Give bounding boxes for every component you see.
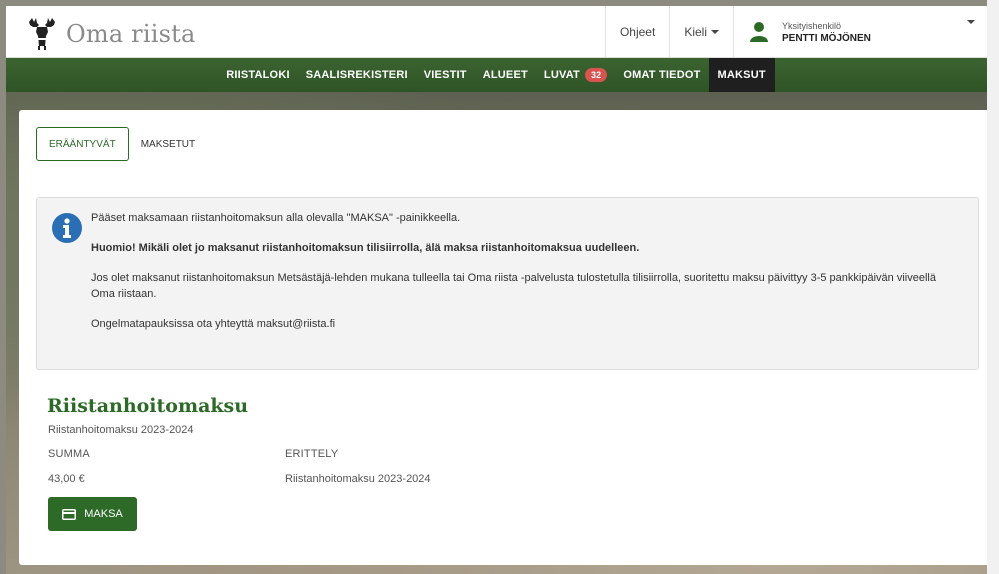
nav-item-viestit[interactable]: VIESTIT bbox=[416, 58, 475, 92]
nav-item-saalisrekisteri[interactable]: SAALISREKISTERI bbox=[298, 58, 416, 92]
info-icon bbox=[52, 213, 82, 243]
payment-tabs: ERÄÄNTYVÄT MAKSETUT bbox=[36, 127, 207, 161]
brand[interactable]: Oma riista bbox=[24, 16, 195, 52]
top-header: Oma riista Ohjeet Kieli Yksityishenkilö … bbox=[6, 6, 987, 58]
nav-item-luvat-label: LUVAT bbox=[543, 69, 580, 81]
fee-subtitle: Riistanhoitomaksu 2023-2024 bbox=[48, 424, 194, 436]
info-alert: Pääset maksamaan riistanhoitomaksun alla… bbox=[36, 197, 979, 370]
alert-text-3: Jos olet maksanut riistanhoitomaksun Met… bbox=[91, 272, 936, 300]
spec-label: ERITTELY bbox=[285, 448, 339, 460]
language-dropdown[interactable]: Kieli bbox=[669, 6, 733, 58]
caret-down-icon bbox=[711, 30, 719, 34]
user-name: PENTTI MÖJÖNEN bbox=[782, 32, 871, 44]
pay-button[interactable]: MAKSA bbox=[48, 497, 137, 531]
main-nav: RIISTALOKI SAALISREKISTERI VIESTIT ALUEE… bbox=[6, 58, 987, 92]
language-label: Kieli bbox=[684, 25, 707, 39]
caret-down-icon bbox=[967, 20, 975, 24]
fee-title: Riistanhoitomaksu bbox=[47, 395, 249, 417]
nav-item-maksut[interactable]: MAKSUT bbox=[708, 58, 775, 92]
spec-value: Riistanhoitomaksu 2023-2024 bbox=[285, 473, 431, 485]
nav-item-omat-tiedot[interactable]: OMAT TIEDOT bbox=[615, 58, 708, 92]
content-panel: ERÄÄNTYVÄT MAKSETUT Pääset maksamaan rii… bbox=[19, 110, 997, 565]
nav-item-alueet[interactable]: ALUEET bbox=[475, 58, 536, 92]
user-role: Yksityishenkilö bbox=[782, 20, 842, 31]
nav-item-riistaloki[interactable]: RIISTALOKI bbox=[218, 58, 298, 92]
help-link[interactable]: Ohjeet bbox=[604, 6, 669, 58]
brand-name: Oma riista bbox=[66, 20, 196, 48]
nav-item-luvat[interactable]: LUVAT 32 bbox=[536, 58, 615, 92]
alert-contact: Ongelmatapauksissa ota yhteyttä maksut@r… bbox=[91, 318, 336, 330]
user-icon bbox=[750, 22, 768, 42]
alert-text-1: Pääset maksamaan riistanhoitomaksun alla… bbox=[91, 212, 461, 224]
top-nav: Ohjeet Kieli Yksityishenkilö PENTTI MÖJÖ… bbox=[604, 6, 987, 58]
credit-card-icon bbox=[62, 508, 77, 520]
sum-value: 43,00 € bbox=[48, 473, 85, 485]
scrollbar-track[interactable] bbox=[987, 0, 999, 574]
moose-icon bbox=[29, 18, 55, 50]
tab-paid[interactable]: MAKSETUT bbox=[129, 127, 207, 161]
permits-count-badge: 32 bbox=[584, 68, 608, 82]
sum-label: SUMMA bbox=[48, 448, 90, 460]
user-menu[interactable]: Yksityishenkilö PENTTI MÖJÖNEN bbox=[733, 6, 987, 58]
tab-due[interactable]: ERÄÄNTYVÄT bbox=[36, 127, 129, 161]
alert-warning: Huomio! Mikäli olet jo maksanut riistanh… bbox=[91, 242, 640, 254]
pay-button-label: MAKSA bbox=[84, 508, 123, 520]
